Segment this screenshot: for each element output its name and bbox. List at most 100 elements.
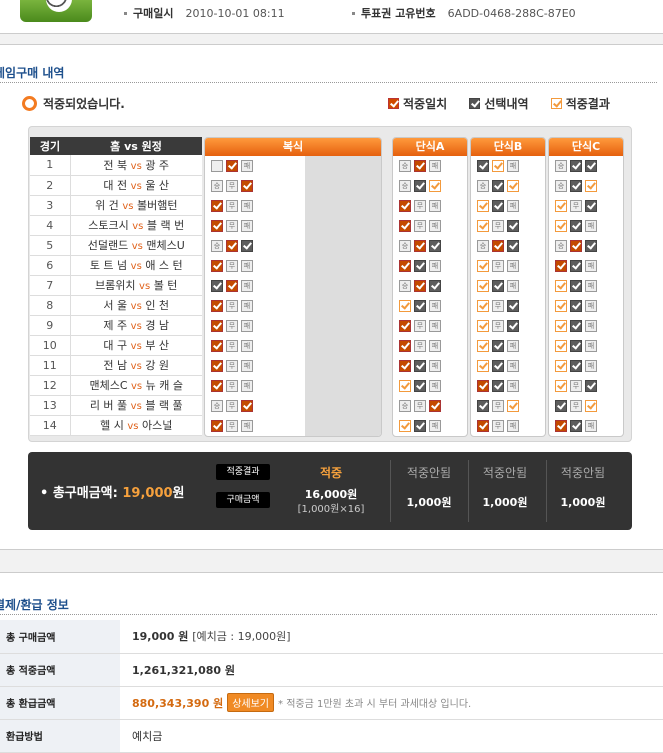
checkbox-icon xyxy=(241,180,253,192)
option-box: 무 xyxy=(570,380,582,392)
checkbox-icon xyxy=(555,200,567,212)
option-box: 승 xyxy=(555,160,567,172)
option-box: 승 xyxy=(211,240,223,252)
checkbox-icon xyxy=(555,220,567,232)
selection-row: 패 xyxy=(471,196,545,216)
checkbox-icon xyxy=(477,320,489,332)
checkbox-icon xyxy=(585,160,597,172)
option-box: 패 xyxy=(429,220,441,232)
option-box: 패 xyxy=(429,380,441,392)
option-box: 패 xyxy=(585,360,597,372)
selection-row: 패 xyxy=(471,356,545,376)
legend-match: 적중일치 xyxy=(388,97,447,111)
checkbox-icon xyxy=(211,200,223,212)
selection-row: 무패 xyxy=(471,416,545,436)
checkbox-result-icon xyxy=(550,98,562,109)
checkbox-icon xyxy=(241,400,253,412)
info-label: 총 환급금액 xyxy=(0,686,120,720)
checkbox-icon xyxy=(570,180,582,192)
option-box: 무 xyxy=(492,320,504,332)
checkbox-icon xyxy=(211,260,223,272)
tag-purchase: 구매금액 xyxy=(216,492,270,508)
option-box: 승 xyxy=(477,180,489,192)
info-label: 총 적중금액 xyxy=(0,653,120,687)
checkbox-icon xyxy=(399,200,411,212)
checkbox-icon xyxy=(211,320,223,332)
selection-row: 무 xyxy=(549,196,623,216)
info-value: 예치금 xyxy=(132,729,163,743)
match-teams: 대 구 vs 부 산 xyxy=(70,335,202,356)
info-label: 환급방법 xyxy=(0,719,120,753)
checkbox-icon xyxy=(399,420,411,432)
option-box: 패 xyxy=(241,260,253,272)
option-box: 무 xyxy=(414,220,426,232)
checkbox-icon xyxy=(507,220,519,232)
checkbox-icon xyxy=(211,300,223,312)
match-no: 12 xyxy=(30,375,71,396)
checkbox-icon xyxy=(492,380,504,392)
checkbox-icon xyxy=(477,400,489,412)
selection-row: 무 xyxy=(549,376,623,396)
checkbox-icon xyxy=(492,340,504,352)
selection-row: 승 xyxy=(393,176,467,196)
option-box: 무 xyxy=(226,420,238,432)
column-single-a: 단식A 승 패 승 무 패 무 패 승 패 승 패 무 패 무 패 패 패 승 무 패 xyxy=(392,137,468,437)
checkbox-icon xyxy=(429,240,441,252)
purchase-summary: • 총구매금액: 19,000원 적중결과 구매금액 적중 16,000원 [1… xyxy=(28,452,632,530)
checkbox-icon xyxy=(570,320,582,332)
total-purchase: • 총구매금액: 19,000원 xyxy=(40,486,185,501)
match-row: 6토 트 넘 vs 애 스 턴 xyxy=(30,255,202,276)
checkbox-icon xyxy=(399,220,411,232)
checkbox-icon xyxy=(477,260,489,272)
option-box: 패 xyxy=(585,260,597,272)
checkbox-icon xyxy=(507,180,519,192)
selection-row: 승패 xyxy=(393,156,467,176)
selection-row: 패 xyxy=(393,376,467,396)
checkbox-icon xyxy=(555,260,567,272)
info-extra: [예치금 : 19,000원] xyxy=(192,630,291,644)
option-box: 패 xyxy=(241,380,253,392)
match-no: 10 xyxy=(30,335,71,356)
option-box: 무 xyxy=(226,320,238,332)
info-value: 1,261,321,080 원 xyxy=(132,663,236,677)
checkbox-icon xyxy=(414,300,426,312)
checkbox-icon xyxy=(555,400,567,412)
checkbox-icon xyxy=(507,300,519,312)
match-row: 3위 건 vs 볼버햄턴 xyxy=(30,195,202,216)
selection-row: 패 xyxy=(549,356,623,376)
option-box: 패 xyxy=(429,300,441,312)
option-box: 패 xyxy=(507,200,519,212)
detail-button[interactable]: 상세보기 xyxy=(227,693,275,712)
column-title: 단식B xyxy=(471,138,545,156)
checkbox-icon xyxy=(585,180,597,192)
option-box: 무 xyxy=(492,420,504,432)
checkbox-icon xyxy=(570,280,582,292)
match-row: 5 선덜랜드 vs 맨체스U xyxy=(30,235,202,256)
option-box: 패 xyxy=(241,340,253,352)
option-box: 패 xyxy=(507,360,519,372)
option-box: 무 xyxy=(226,340,238,352)
checkbox-match-icon xyxy=(388,98,399,109)
option-box: 무 xyxy=(226,260,238,272)
match-teams: 서 울 vs 인 천 xyxy=(70,295,202,316)
match-teams: 선덜랜드 vs 맨체스U xyxy=(70,235,202,256)
selection-row: 패 xyxy=(471,376,545,396)
checkbox-icon xyxy=(507,320,519,332)
section-title: 결제/환급 정보 xyxy=(0,596,656,615)
checkbox-icon xyxy=(399,320,411,332)
column-title: 복식 xyxy=(205,138,381,156)
match-no: 6 xyxy=(30,255,71,276)
result-value: 1,000원 xyxy=(482,496,528,509)
option-box: 무 xyxy=(226,380,238,392)
checkbox-icon xyxy=(399,340,411,352)
legend-result: 적중결과 xyxy=(550,97,610,111)
option-box: 패 xyxy=(507,380,519,392)
selection-row: 패 xyxy=(549,276,623,296)
total-amount: 19,000 xyxy=(122,486,173,501)
checkbox-icon xyxy=(477,220,489,232)
ticket-label: 투표권 고유번호 xyxy=(361,7,436,20)
checkbox-icon xyxy=(414,360,426,372)
checkbox-icon xyxy=(477,420,489,432)
option-box: 무 xyxy=(570,400,582,412)
selection-row: 패 xyxy=(471,156,545,176)
